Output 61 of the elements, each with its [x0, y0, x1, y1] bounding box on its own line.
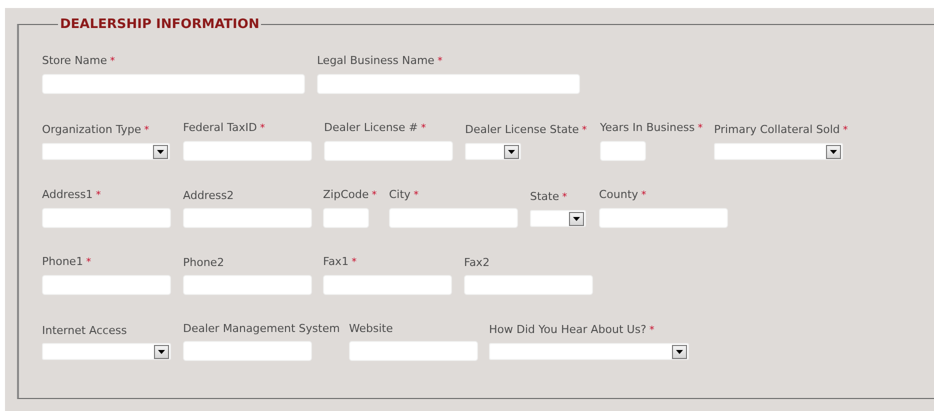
- required-mark: *: [260, 123, 265, 134]
- dropdown[interactable]: [42, 143, 170, 160]
- field-label: Federal TaxID: [183, 121, 257, 134]
- field-label: Store Name: [42, 54, 108, 67]
- dropdown[interactable]: [465, 143, 521, 160]
- required-mark: *: [641, 190, 646, 201]
- field-label: Primary Collateral Sold: [714, 123, 840, 136]
- text-field[interactable]: [323, 275, 452, 295]
- text-field[interactable]: [183, 208, 312, 228]
- field-label: Fax1: [323, 255, 349, 268]
- field-label: Address1: [42, 188, 93, 201]
- required-mark: *: [562, 192, 568, 203]
- required-mark: *: [110, 56, 116, 67]
- text-field[interactable]: [317, 74, 580, 94]
- text-field[interactable]: [42, 74, 305, 94]
- field-label: Phone1: [42, 255, 84, 268]
- text-field[interactable]: [183, 275, 312, 295]
- required-mark: *: [86, 257, 92, 268]
- text-field[interactable]: [464, 275, 593, 295]
- required-mark: *: [582, 125, 587, 136]
- field-label: Dealer License State: [465, 123, 579, 136]
- text-field[interactable]: [183, 141, 312, 161]
- required-mark: *: [698, 123, 703, 134]
- field-label: Fax2: [464, 256, 490, 269]
- text-field[interactable]: [389, 208, 518, 228]
- field-label: State: [530, 190, 560, 203]
- text-field[interactable]: [183, 341, 312, 361]
- field-label: How Did You Hear About Us?: [489, 323, 646, 336]
- dropdown[interactable]: [42, 343, 171, 360]
- field-label: Organization Type: [42, 123, 142, 136]
- required-mark: *: [144, 125, 150, 136]
- required-mark: *: [437, 56, 442, 67]
- text-field[interactable]: [42, 208, 171, 228]
- text-field[interactable]: [323, 208, 369, 228]
- field-label: Dealer License #: [324, 121, 418, 134]
- text-field[interactable]: [42, 275, 171, 295]
- text-field[interactable]: [600, 141, 646, 161]
- field-label: Years In Business: [600, 121, 695, 134]
- field-label: Internet Access: [42, 324, 127, 337]
- required-mark: *: [421, 123, 426, 134]
- section-title: DEALERSHIP INFORMATION: [59, 17, 260, 32]
- field-label: Phone2: [183, 256, 224, 269]
- dropdown[interactable]: [714, 143, 843, 160]
- text-field[interactable]: [349, 341, 478, 361]
- required-mark: *: [649, 325, 654, 336]
- required-mark: *: [414, 190, 419, 201]
- field-label: Legal Business Name: [317, 54, 434, 67]
- dropdown[interactable]: [530, 210, 586, 227]
- text-field[interactable]: [324, 141, 453, 161]
- required-mark: *: [352, 257, 357, 268]
- field-label: Dealer Management System: [183, 322, 340, 335]
- field-label: City: [389, 188, 411, 201]
- required-mark: *: [96, 190, 101, 201]
- field-label: County: [599, 188, 638, 201]
- field-label: ZipCode: [323, 188, 369, 201]
- dropdown[interactable]: [489, 343, 689, 360]
- text-field[interactable]: [599, 208, 728, 228]
- field-label: Website: [349, 322, 393, 335]
- field-label: Address2: [183, 189, 234, 202]
- required-mark: *: [372, 190, 377, 201]
- required-mark: *: [842, 125, 848, 136]
